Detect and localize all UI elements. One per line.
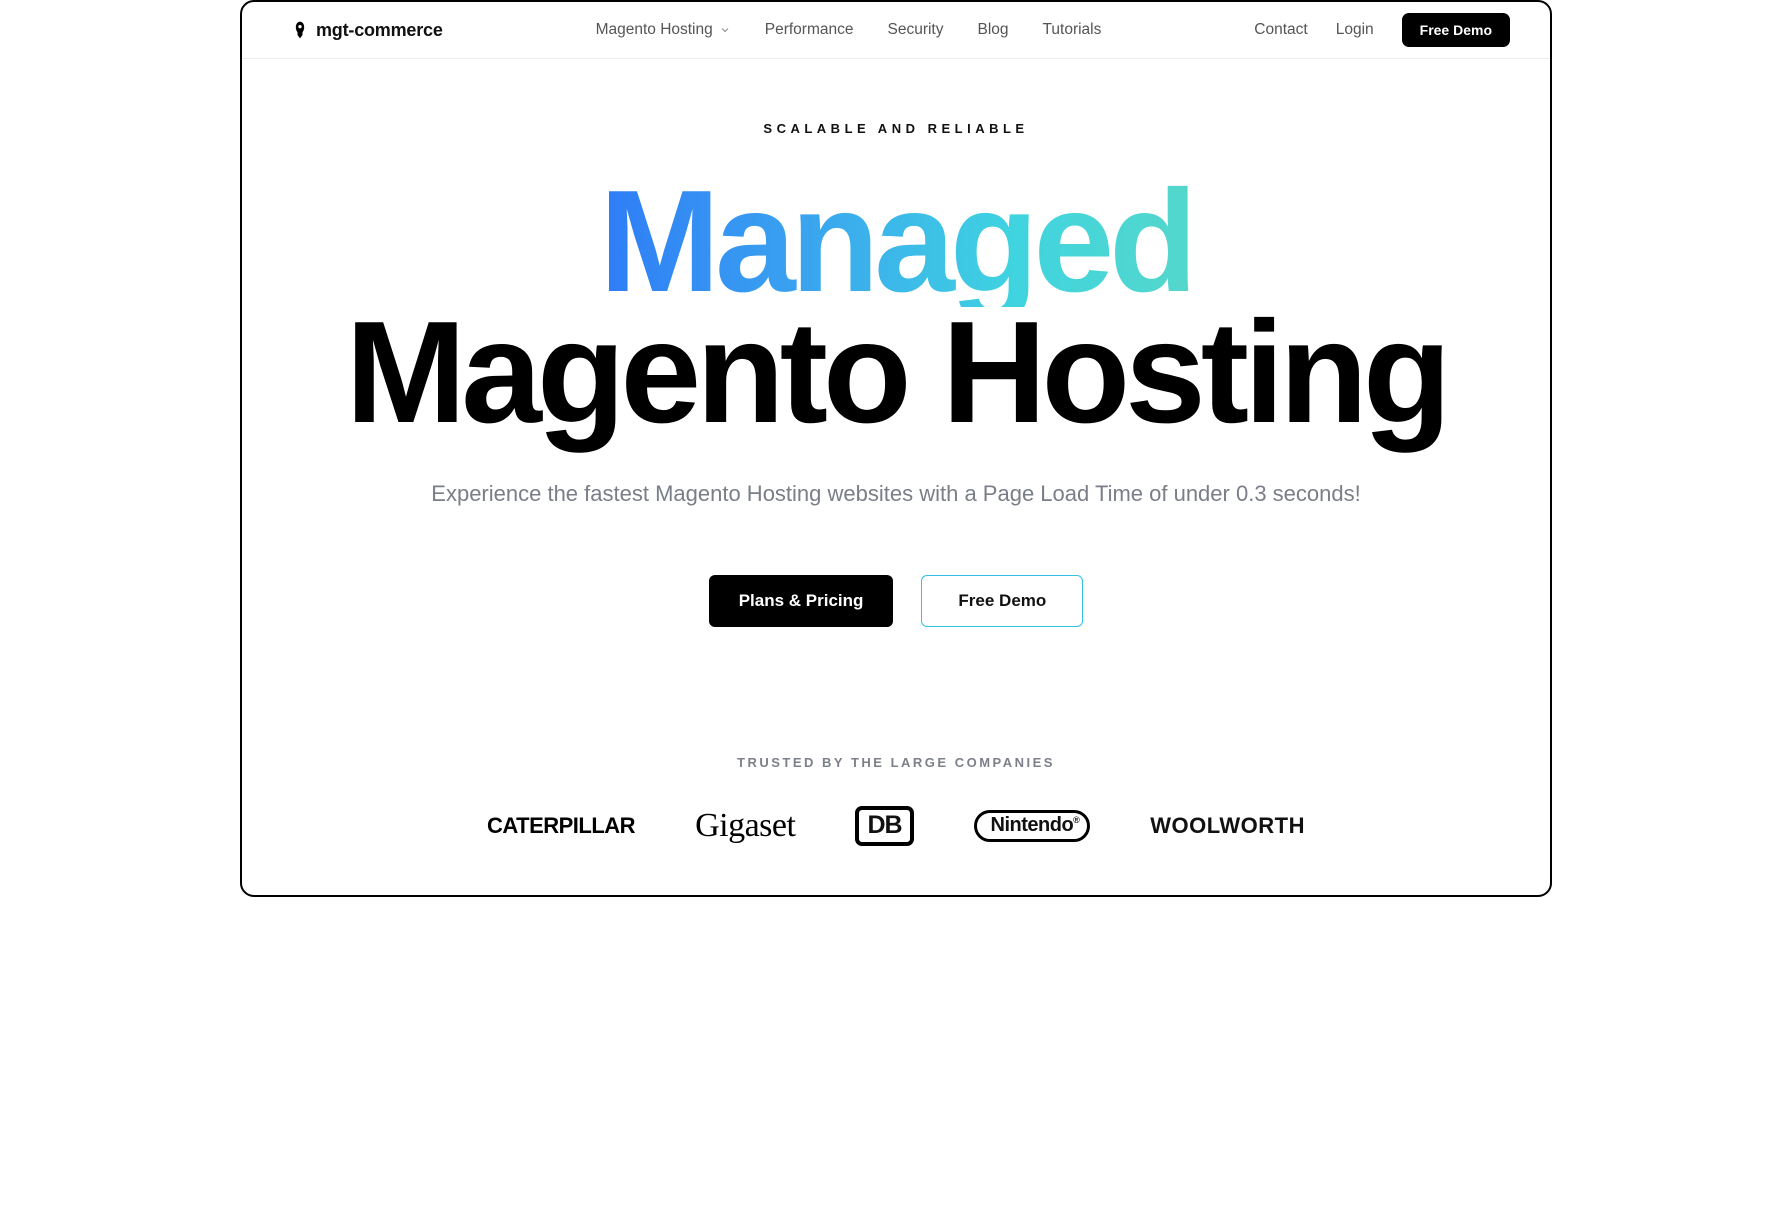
logo-nintendo: Nintendo xyxy=(974,810,1091,842)
hero-kicker: SCALABLE AND RELIABLE xyxy=(242,121,1550,136)
logo-gigaset: Gigaset xyxy=(695,807,795,845)
hero-headline: Managed Magento Hosting xyxy=(242,176,1550,437)
nav-link-label: Contact xyxy=(1254,21,1307,39)
trusted-section: TRUSTED BY THE LARGE COMPANIES CATERPILL… xyxy=(242,755,1550,846)
logo-woolworth: WOOLWORTH xyxy=(1150,813,1305,839)
hero-subhead: Experience the fastest Magento Hosting w… xyxy=(242,481,1550,507)
nav-link-label: Magento Hosting xyxy=(596,21,713,39)
logo-db: DB xyxy=(855,806,913,846)
headline-line2: Magento Hosting xyxy=(345,291,1446,453)
nav-link-label: Tutorials xyxy=(1043,21,1102,39)
logo-caterpillar: CATERPILLAR xyxy=(487,813,635,839)
nav-blog[interactable]: Blog xyxy=(977,21,1008,39)
hero-cta-row: Plans & Pricing Free Demo xyxy=(242,575,1550,627)
nav-link-label: Performance xyxy=(765,21,854,39)
trusted-logos: CATERPILLAR Gigaset DB Nintendo WOOLWORT… xyxy=(242,806,1550,846)
chevron-down-icon xyxy=(719,24,731,36)
brand-name: mgt-commerce xyxy=(316,20,443,41)
nav-login[interactable]: Login xyxy=(1336,21,1374,39)
nav-performance[interactable]: Performance xyxy=(765,21,854,39)
trusted-title: TRUSTED BY THE LARGE COMPANIES xyxy=(242,755,1550,770)
top-nav: mgt-commerce Magento Hosting Performance… xyxy=(242,2,1550,59)
nav-link-label: Security xyxy=(887,21,943,39)
nav-magento-hosting[interactable]: Magento Hosting xyxy=(596,21,731,39)
nav-tutorials[interactable]: Tutorials xyxy=(1043,21,1102,39)
nav-center: Magento Hosting Performance Security Blo… xyxy=(443,21,1255,39)
nav-right: Contact Login Free Demo xyxy=(1254,13,1510,47)
free-demo-button[interactable]: Free Demo xyxy=(921,575,1083,627)
nav-security[interactable]: Security xyxy=(887,21,943,39)
nav-link-label: Login xyxy=(1336,21,1374,39)
rocket-icon xyxy=(290,19,310,41)
nav-link-label: Blog xyxy=(977,21,1008,39)
brand-logo[interactable]: mgt-commerce xyxy=(290,19,443,41)
hero: SCALABLE AND RELIABLE Managed Magento Ho… xyxy=(242,59,1550,895)
nav-free-demo-button[interactable]: Free Demo xyxy=(1402,13,1510,47)
headline-line1: Managed xyxy=(599,176,1192,307)
page-frame: mgt-commerce Magento Hosting Performance… xyxy=(240,0,1552,897)
plans-pricing-button[interactable]: Plans & Pricing xyxy=(709,575,894,627)
nav-contact[interactable]: Contact xyxy=(1254,21,1307,39)
